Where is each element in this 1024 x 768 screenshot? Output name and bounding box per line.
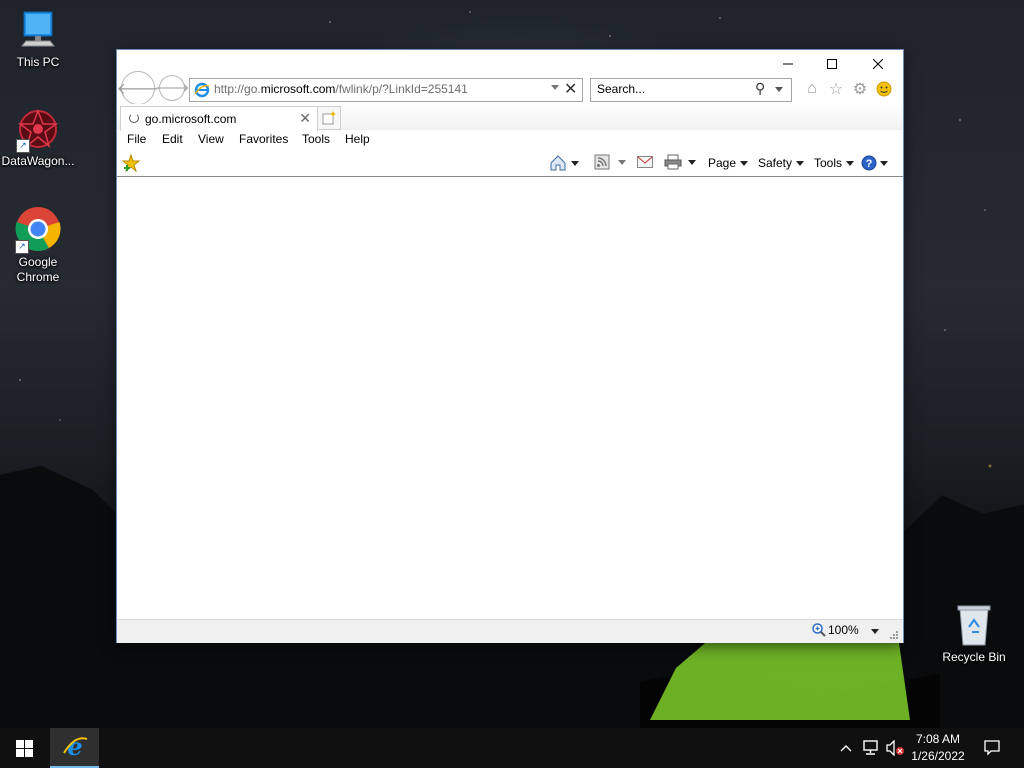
address-dropdown-icon[interactable]	[551, 85, 559, 90]
zoom-level: 100%	[828, 623, 859, 637]
feeds-dropdown-icon[interactable]	[618, 159, 626, 165]
svg-text:?: ?	[866, 158, 873, 170]
add-favorites-icon[interactable]	[122, 154, 140, 172]
close-window-button[interactable]	[855, 50, 901, 78]
loading-spinner-icon	[129, 113, 139, 123]
tools-menu-button[interactable]: Tools	[814, 156, 855, 170]
ie-page-icon	[194, 82, 210, 98]
zoom-dropdown-icon[interactable]	[871, 629, 879, 634]
menu-edit[interactable]: Edit	[162, 132, 183, 146]
web-page-content-area[interactable]	[117, 178, 903, 618]
desktop-icon-label: This PC	[16, 55, 60, 69]
print-command-button[interactable]	[664, 154, 696, 170]
printer-icon	[664, 154, 682, 170]
tools-menu-label: Tools	[814, 156, 843, 170]
rss-feed-icon	[594, 154, 610, 170]
minimize-button[interactable]	[765, 50, 811, 78]
page-menu-label: Page	[708, 156, 737, 170]
help-icon: ?	[861, 155, 877, 171]
menu-file[interactable]: File	[127, 132, 146, 146]
title-bar[interactable]	[117, 50, 903, 76]
favorites-star-icon[interactable]: ☆	[826, 79, 846, 99]
desktop-icon-label: Google Chrome	[16, 255, 60, 284]
clock-time: 7:08 AM	[915, 732, 961, 746]
menu-bar: File Edit View Favorites Tools Help	[117, 130, 903, 150]
ie-browser-window: 🡐 🡒 http://go.microsoft.com/fwlink/p/?Li…	[117, 50, 903, 643]
new-tab-button[interactable]	[317, 106, 341, 130]
safety-menu-label: Safety	[758, 156, 793, 170]
back-button[interactable]: 🡐	[117, 71, 159, 105]
action-center-icon[interactable]	[980, 728, 1004, 768]
back-arrow-icon: 🡐	[116, 80, 160, 98]
resize-grip-icon[interactable]	[889, 630, 899, 640]
search-icon[interactable]: ⚲	[755, 80, 765, 97]
datawagon-logo-icon: ↗	[16, 107, 60, 153]
feeds-command-button[interactable]	[594, 154, 626, 170]
desktop-icon-datawagon[interactable]: ↗ DataWagon...	[0, 107, 76, 169]
safety-menu-button[interactable]: Safety	[758, 156, 805, 170]
search-input[interactable]	[597, 81, 747, 97]
command-bar: Page Safety Tools ?	[117, 152, 903, 177]
page-menu-button[interactable]: Page	[708, 156, 749, 170]
tab-active[interactable]: go.microsoft.com ✕	[120, 106, 318, 131]
gear-icon[interactable]: ⚙	[850, 79, 870, 99]
tab-close-icon[interactable]: ✕	[299, 110, 311, 127]
stop-loading-icon[interactable]: ✕	[564, 79, 577, 99]
tab-title: go.microsoft.com	[145, 112, 237, 126]
desktop-icon-google-chrome[interactable]: ↗ Google Chrome	[0, 206, 76, 285]
desktop-icon-label: DataWagon...	[1, 154, 75, 168]
new-tab-icon	[322, 111, 336, 125]
desktop-icon-recycle-bin[interactable]: Recycle Bin	[936, 603, 1012, 665]
menu-tools[interactable]: Tools	[302, 132, 330, 146]
windows-logo-icon	[15, 739, 33, 757]
menu-help[interactable]: Help	[345, 132, 370, 146]
forward-arrow-icon: 🡒	[154, 80, 190, 95]
zoom-magnifier-icon	[812, 623, 826, 637]
internet-explorer-icon: e	[62, 734, 87, 760]
home-command-button[interactable]	[549, 154, 579, 172]
maximize-button[interactable]	[809, 50, 855, 78]
start-button[interactable]	[0, 728, 48, 768]
home-icon	[550, 155, 566, 171]
network-icon[interactable]	[860, 728, 882, 768]
forward-button[interactable]: 🡒	[155, 75, 189, 101]
shortcut-arrow-icon: ↗	[15, 240, 29, 254]
status-bar: 100%	[117, 619, 903, 643]
recycle-bin-icon	[954, 603, 994, 647]
navigation-bar: 🡐 🡒 http://go.microsoft.com/fwlink/p/?Li…	[117, 71, 903, 105]
address-url: http://go.microsoft.com/fwlink/p/?LinkId…	[214, 82, 468, 96]
computer-icon	[18, 8, 58, 52]
taskbar: e 7:08 AM 1/26/2022	[0, 728, 1024, 768]
chrome-icon: ↗	[15, 206, 61, 254]
help-menu-button[interactable]: ?	[861, 155, 888, 171]
zoom-control[interactable]: 100%	[812, 623, 859, 637]
taskbar-internet-explorer[interactable]: e	[50, 728, 99, 768]
read-mail-icon[interactable]	[637, 156, 653, 168]
desktop-icon-label: Recycle Bin	[942, 650, 1006, 664]
smiley-feedback-icon[interactable]	[874, 79, 894, 99]
search-dropdown-icon[interactable]	[775, 87, 783, 92]
menu-view[interactable]: View	[198, 132, 224, 146]
search-box[interactable]: ⚲	[590, 78, 792, 102]
tab-strip: go.microsoft.com ✕	[117, 104, 903, 131]
show-hidden-icons-chevron-icon[interactable]	[838, 728, 854, 768]
taskbar-clock[interactable]: 7:08 AM 1/26/2022	[902, 731, 974, 765]
address-bar[interactable]: http://go.microsoft.com/fwlink/p/?LinkId…	[189, 78, 583, 102]
menu-favorites[interactable]: Favorites	[239, 132, 288, 146]
home-dropdown-icon[interactable]	[571, 160, 579, 166]
shortcut-arrow-icon: ↗	[16, 139, 30, 153]
print-dropdown-icon[interactable]	[688, 159, 696, 165]
clock-date: 1/26/2022	[911, 749, 965, 763]
desktop-icon-this-pc[interactable]: This PC	[0, 8, 76, 70]
home-icon[interactable]: ⌂	[802, 79, 822, 99]
